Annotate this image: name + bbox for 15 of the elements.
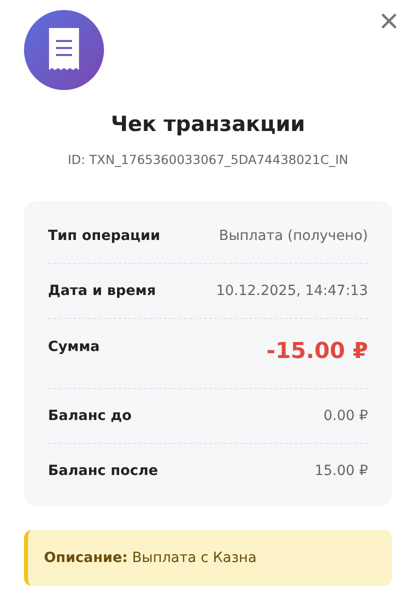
detail-value: 0.00 ₽	[323, 408, 368, 424]
detail-value: 10.12.2025, 14:47:13	[216, 283, 368, 299]
transaction-id: ID: TXN_1765360033067_5DA74438021C_IN	[66, 152, 350, 167]
detail-value: Выплата (получено)	[218, 228, 368, 244]
detail-value: 15.00 ₽	[314, 463, 368, 479]
detail-label: Баланс до	[48, 408, 132, 424]
detail-label: Баланс после	[48, 463, 158, 479]
receipt-icon	[49, 28, 79, 72]
amount-value: -15.00 ₽	[266, 339, 368, 364]
receipt-title: Чек транзакции	[110, 112, 306, 136]
description-note: Описание: Выплата с Казна	[24, 530, 392, 586]
detail-label: Сумма	[48, 339, 100, 355]
close-button[interactable]	[380, 12, 398, 30]
detail-label: Дата и время	[48, 283, 156, 299]
detail-label: Тип операции	[48, 228, 160, 244]
